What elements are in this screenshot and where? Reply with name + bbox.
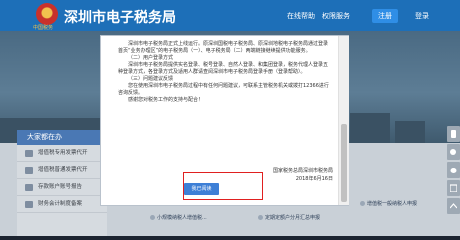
announcement-paragraph: 感谢您对税务工作的支持与配合！ (128, 97, 204, 103)
popular-services-panel: 大家都在办 增值税专用发票代开 增值税普通发票代开 存款账户账号报告 财务会计制… (17, 130, 107, 240)
dialog-scrollbar[interactable] (338, 36, 349, 205)
document-icon (25, 201, 33, 208)
os-taskbar (0, 236, 460, 240)
announcement-subheading: （三）问题建议反馈 (128, 76, 174, 82)
announcement-subheading: （二）用户登录方式 (128, 55, 174, 61)
invoice-icon (25, 167, 33, 174)
nav-cert-link[interactable]: 权限服务 (322, 11, 350, 21)
service-item[interactable]: 财务会计制度备案 (17, 196, 107, 213)
weibo-icon[interactable] (447, 162, 460, 178)
account-icon (25, 184, 33, 191)
up-icon[interactable] (447, 198, 460, 214)
announcement-paragraph: 深圳市电子税务局正式上线运行。原深圳国税电子税务局、原深圳地税电子税务局通过登录… (118, 41, 329, 54)
announcement-paragraph: 您在使用深圳市电子税务局过程中有任何问题建议，可联系主管税务机关或拨打12366… (118, 83, 329, 96)
link-dot-icon (360, 201, 365, 206)
tax-emblem-icon (36, 3, 58, 25)
service-item[interactable]: 存款账户账号报告 (17, 179, 107, 196)
popular-services-heading: 大家都在办 (17, 130, 107, 145)
highlight-box (183, 172, 263, 200)
login-link[interactable]: 登录 (415, 11, 429, 21)
scrollbar-thumb[interactable] (341, 124, 347, 202)
emblem-caption: 中国税务 (33, 25, 54, 31)
announcement-text: 深圳市电子税务局正式上线运行。原深圳国税电子税务局、原深圳地税电子税务局通过登录… (118, 41, 331, 104)
quick-link[interactable]: 小规模纳税人增值税... (150, 214, 207, 221)
service-item[interactable]: 增值税普通发票代开 (17, 162, 107, 179)
announcement-paragraph: 深圳市电子税务局提供实名登录、税号登录、自然人登录、和集团登录，税务代理人登录五… (118, 62, 329, 75)
quick-link[interactable]: 定期定额户分月汇总申报 (258, 214, 320, 221)
invoice-icon (25, 150, 33, 157)
site-header: 中国税务 深圳市电子税务局 在线帮助 权限服务 注册 登录 (0, 0, 460, 31)
quick-link[interactable]: 增值税一般纳税人申报 (360, 200, 417, 207)
register-button[interactable]: 注册 (372, 9, 398, 23)
wechat-icon[interactable] (447, 144, 460, 160)
phone-icon[interactable] (447, 126, 460, 142)
nav-help-link[interactable]: 在线帮助 (287, 11, 315, 21)
link-dot-icon (258, 215, 263, 220)
link-dot-icon (150, 215, 155, 220)
qr-icon[interactable] (447, 180, 460, 196)
site-title[interactable]: 深圳市电子税务局 (64, 7, 176, 27)
service-item[interactable]: 增值税专用发票代开 (17, 145, 107, 162)
